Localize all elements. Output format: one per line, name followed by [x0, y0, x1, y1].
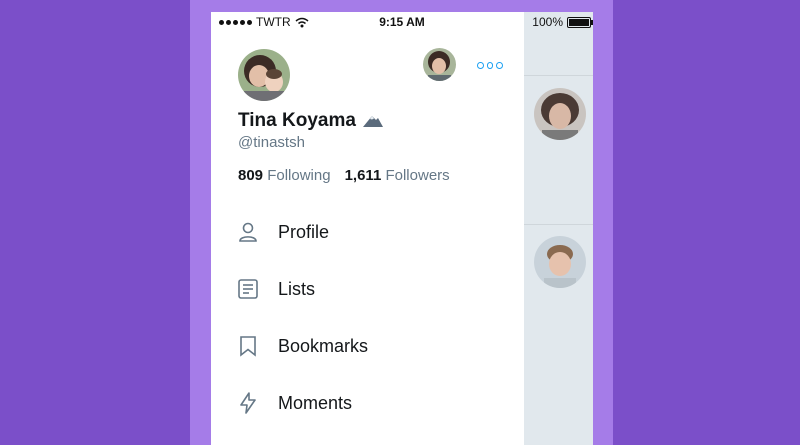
timeline-avatar[interactable] — [534, 88, 586, 140]
menu-item-label: Moments — [278, 392, 353, 413]
following-label: Following — [267, 167, 331, 184]
menu-item-label: Lists — [278, 278, 316, 299]
lightning-icon — [236, 391, 260, 415]
more-options-icon[interactable] — [477, 59, 504, 71]
followers-link[interactable]: 1,611 Followers — [345, 167, 450, 184]
profile-name: Tina Koyama — [238, 110, 384, 132]
account-switcher-avatar[interactable] — [423, 48, 456, 81]
menu-item-lists[interactable]: Lists — [211, 269, 524, 309]
profile-avatar[interactable] — [238, 49, 290, 101]
following-count: 809 — [238, 167, 264, 184]
follow-counts: 809 Following 1,611 Followers — [238, 167, 450, 184]
timeline-divider — [524, 224, 593, 225]
followers-label: Followers — [385, 167, 450, 184]
battery-icon — [567, 16, 593, 28]
battery-percent: 100% — [532, 15, 563, 29]
phone-screen: Tina Koyama @tinastsh 809 Following 1,61… — [211, 12, 593, 445]
menu-item-moments[interactable]: Moments — [211, 383, 524, 423]
menu-item-label: Profile — [278, 221, 330, 242]
menu-item-profile[interactable]: Profile — [211, 212, 524, 252]
profile-handle: @tinastsh — [238, 134, 305, 151]
timeline-divider — [524, 75, 593, 76]
status-bar: TWTR 9:15 AM 100% — [211, 12, 593, 32]
side-drawer: Tina Koyama @tinastsh 809 Following 1,61… — [211, 12, 524, 445]
bookmark-icon — [236, 334, 260, 358]
following-link[interactable]: 809 Following — [238, 167, 331, 184]
timeline-background[interactable] — [524, 12, 593, 445]
person-icon — [236, 220, 260, 244]
followers-count: 1,611 — [344, 167, 382, 184]
timeline-avatar[interactable] — [534, 236, 586, 288]
list-icon — [236, 277, 260, 301]
menu-item-bookmarks[interactable]: Bookmarks — [211, 326, 524, 366]
mountain-emoji-icon — [362, 114, 384, 128]
battery-info: 100% — [532, 15, 593, 29]
profile-name-text: Tina Koyama — [238, 110, 356, 131]
menu-item-label: Bookmarks — [278, 335, 369, 356]
